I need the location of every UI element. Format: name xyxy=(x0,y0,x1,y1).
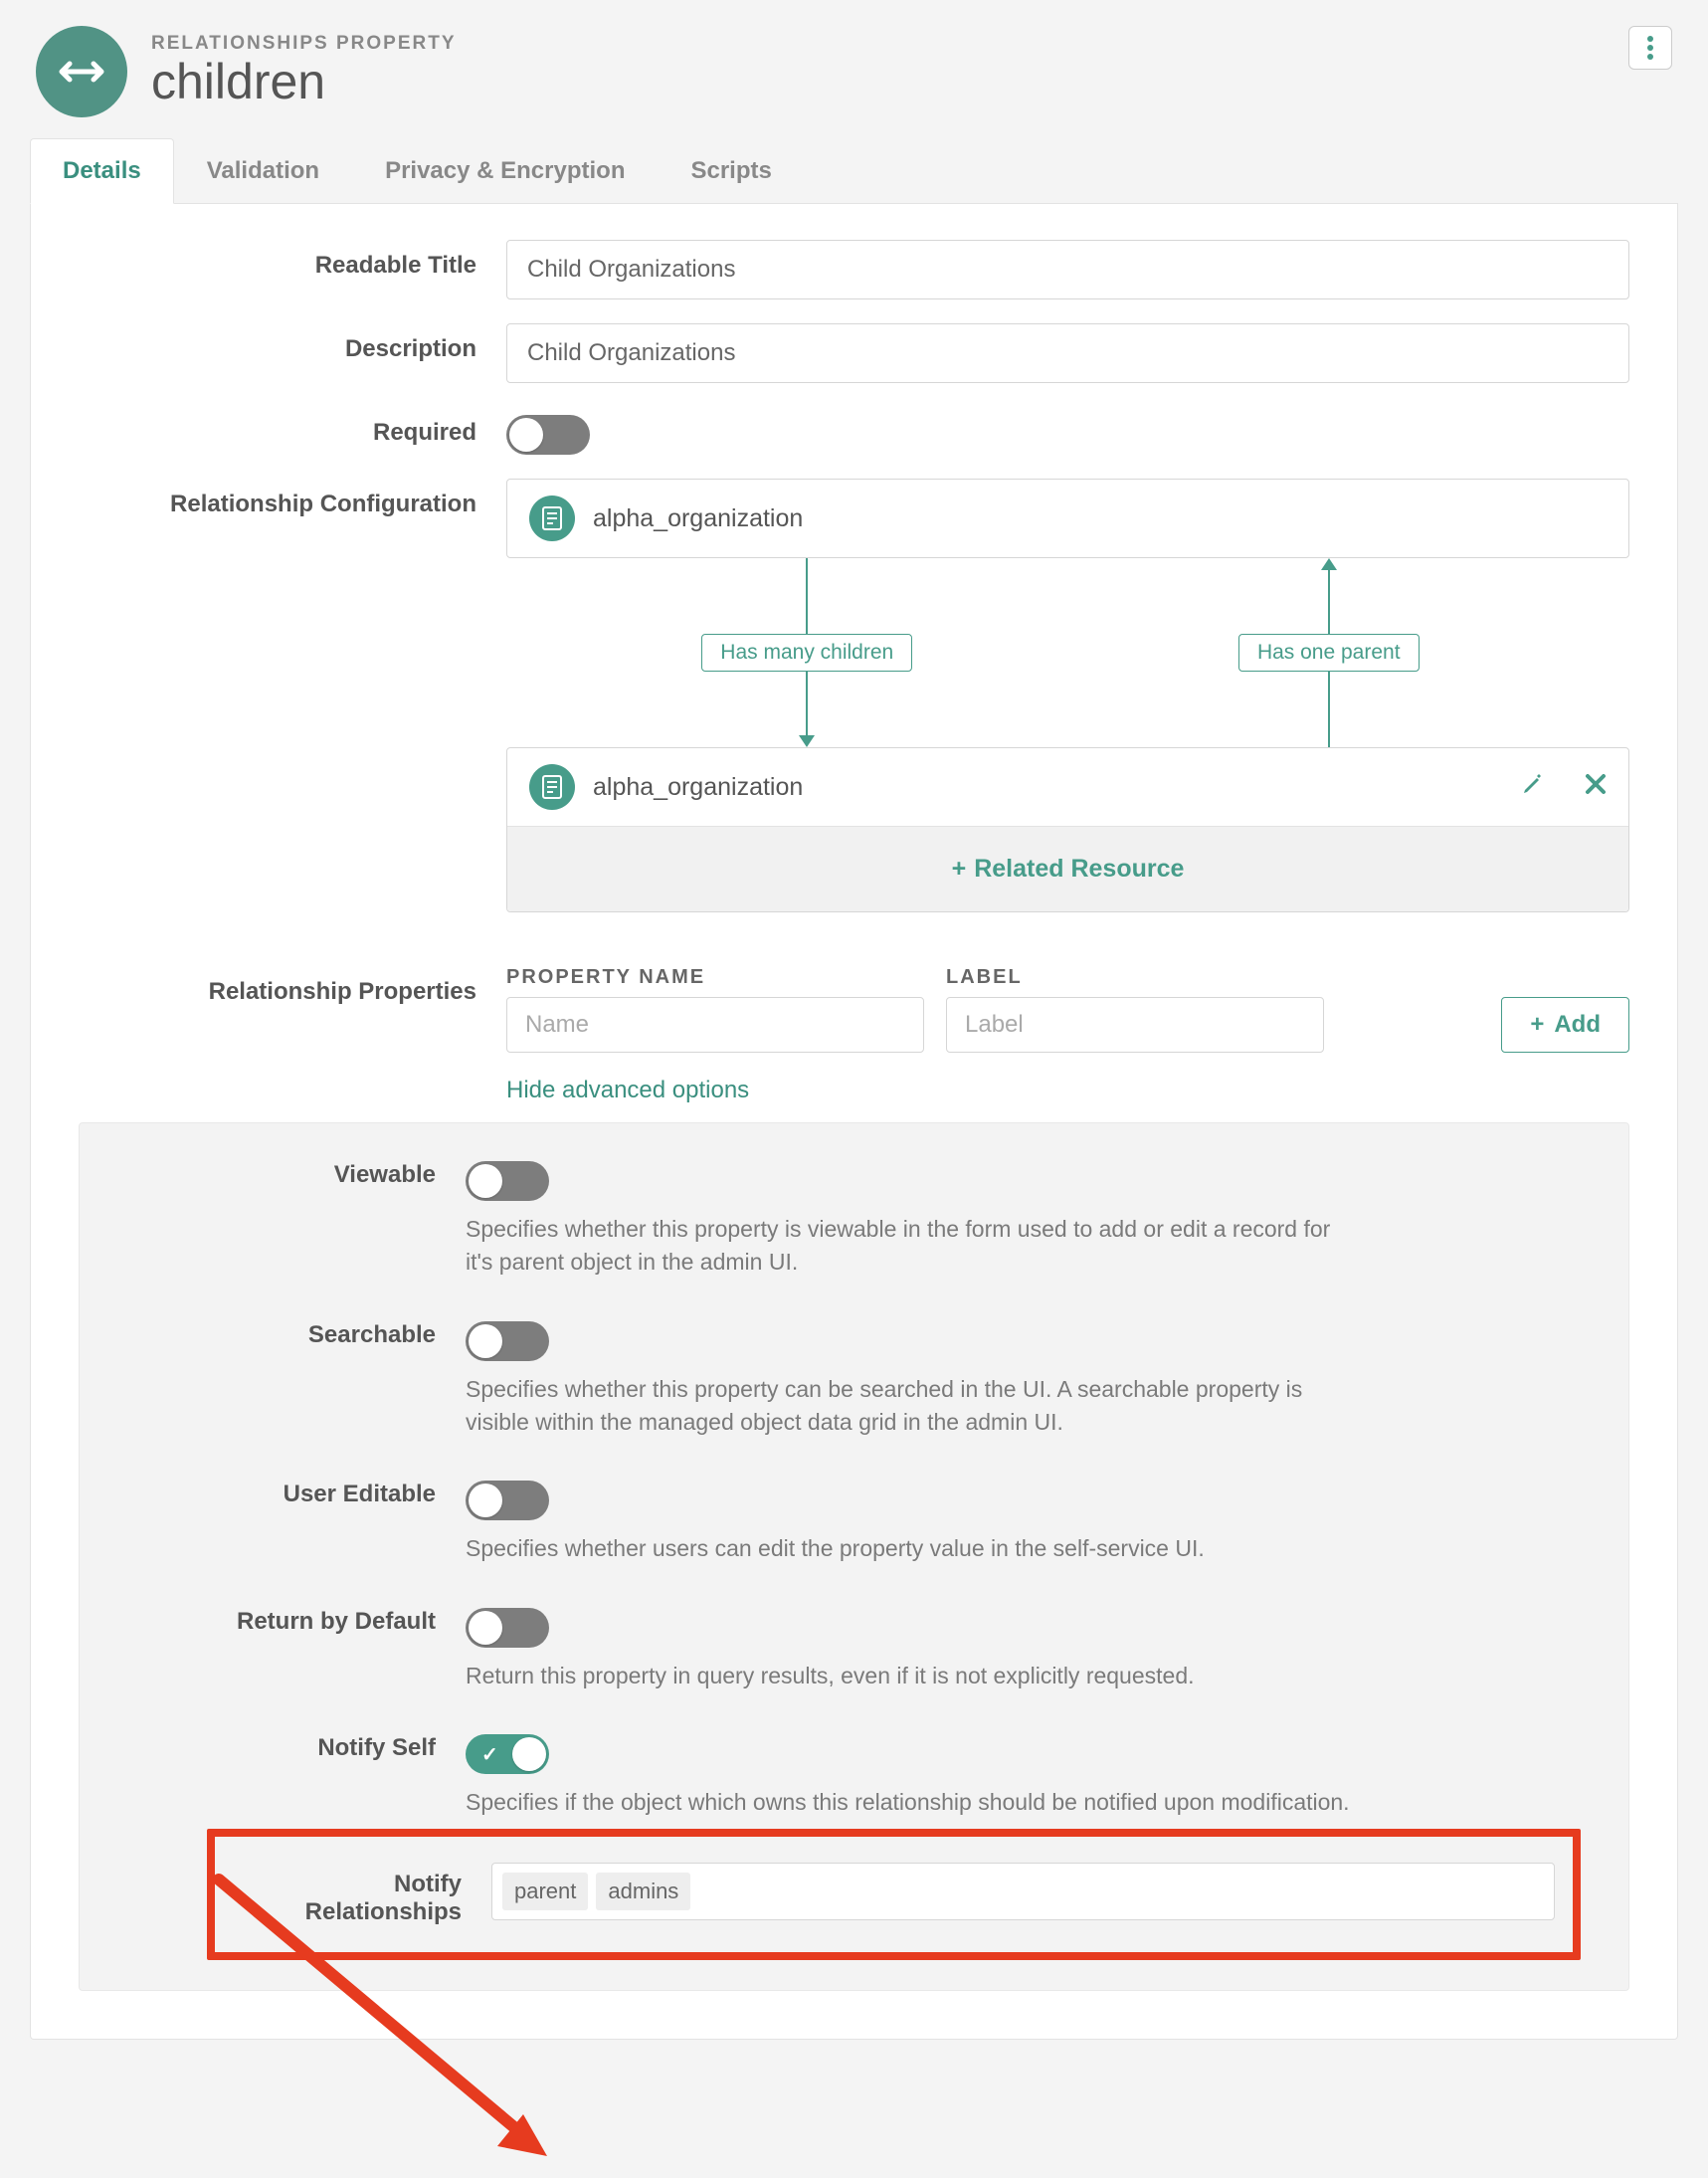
tab-validation[interactable]: Validation xyxy=(174,138,352,204)
notify-self-help: Specifies if the object which owns this … xyxy=(466,1786,1361,1819)
add-property-label: Add xyxy=(1554,1011,1601,1039)
target-resource-box: alpha_organization +Related Resource xyxy=(506,747,1629,912)
has-many-label: Has many children xyxy=(701,634,912,672)
tab-privacy-encryption[interactable]: Privacy & Encryption xyxy=(352,138,658,204)
relationship-configuration-label: Relationship Configuration xyxy=(79,479,506,518)
relationship-properties-label: Relationship Properties xyxy=(79,966,506,1006)
return-by-default-label: Return by Default xyxy=(127,1600,466,1636)
remove-resource-button[interactable] xyxy=(1585,773,1607,801)
tabs: Details Validation Privacy & Encryption … xyxy=(30,137,1678,204)
source-resource-box: alpha_organization xyxy=(506,479,1629,558)
property-type-icon xyxy=(36,26,127,117)
add-related-resource-label: Related Resource xyxy=(974,855,1184,883)
user-editable-toggle[interactable] xyxy=(466,1481,549,1520)
viewable-label: Viewable xyxy=(127,1153,466,1189)
resource-icon xyxy=(529,495,575,541)
searchable-label: Searchable xyxy=(127,1313,466,1349)
more-menu-button[interactable] xyxy=(1628,26,1672,70)
tag-admins[interactable]: admins xyxy=(596,1873,690,1910)
property-label-input[interactable] xyxy=(946,997,1324,1053)
searchable-help: Specifies whether this property can be s… xyxy=(466,1373,1361,1440)
add-property-button[interactable]: + Add xyxy=(1501,997,1629,1053)
tab-details[interactable]: Details xyxy=(30,138,174,204)
source-resource-name: alpha_organization xyxy=(593,504,803,533)
readable-title-label: Readable Title xyxy=(79,240,506,280)
kebab-icon xyxy=(1646,35,1654,61)
viewable-toggle[interactable] xyxy=(466,1161,549,1201)
return-by-default-help: Return this property in query results, e… xyxy=(466,1660,1361,1692)
user-editable-help: Specifies whether users can edit the pro… xyxy=(466,1532,1361,1565)
property-name-header: PROPERTY NAME xyxy=(506,966,924,989)
return-by-default-toggle[interactable] xyxy=(466,1608,549,1648)
resource-icon xyxy=(529,764,575,810)
plus-icon: + xyxy=(1530,1011,1544,1039)
add-related-resource-button[interactable]: +Related Resource xyxy=(507,826,1628,911)
notify-self-toggle[interactable]: ✓ xyxy=(466,1734,549,1774)
property-name-input[interactable] xyxy=(506,997,924,1053)
tag-parent[interactable]: parent xyxy=(502,1873,588,1910)
tab-scripts[interactable]: Scripts xyxy=(658,138,804,204)
header-overline: RELATIONSHIPS PROPERTY xyxy=(151,33,457,55)
page-title: children xyxy=(151,53,457,110)
hide-advanced-options-link[interactable]: Hide advanced options xyxy=(506,1077,749,1103)
pencil-icon xyxy=(1521,772,1545,796)
edit-resource-button[interactable] xyxy=(1521,772,1545,802)
has-one-label: Has one parent xyxy=(1238,634,1420,672)
readable-title-input[interactable] xyxy=(506,240,1629,299)
viewable-help: Specifies whether this property is viewa… xyxy=(466,1213,1361,1280)
required-toggle[interactable] xyxy=(506,415,590,455)
plus-icon: + xyxy=(952,855,967,883)
searchable-toggle[interactable] xyxy=(466,1321,549,1361)
close-icon xyxy=(1585,773,1607,795)
description-label: Description xyxy=(79,323,506,363)
notify-self-label: Notify Self xyxy=(127,1726,466,1762)
notify-relationships-label: Notify Relationships xyxy=(233,1863,491,1926)
notify-relationships-input[interactable]: parent admins xyxy=(491,1863,1555,1920)
target-resource-name: alpha_organization xyxy=(593,773,803,802)
user-editable-label: User Editable xyxy=(127,1473,466,1508)
notify-relationships-highlight: Notify Relationships parent admins xyxy=(207,1829,1581,1960)
property-label-header: LABEL xyxy=(946,966,1324,989)
description-input[interactable] xyxy=(506,323,1629,383)
required-label: Required xyxy=(79,407,506,447)
